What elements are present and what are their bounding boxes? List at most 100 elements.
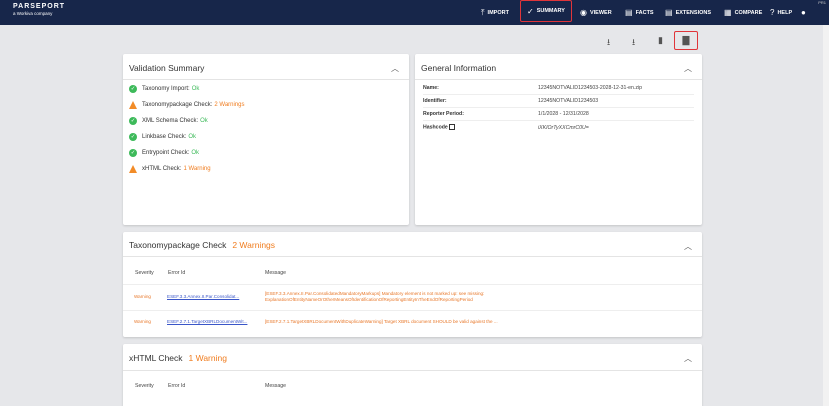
row-severity: Warning [134, 294, 151, 299]
validation-row-xml-schema: ✓ XML Schema Check: Ok [129, 117, 208, 125]
nav-help[interactable]: ? HELP [770, 0, 792, 25]
check-circle-icon: ✓ [129, 117, 137, 125]
row-message-continued: ExplanationOfEntityNameOrOtherMeansOfIde… [265, 297, 473, 302]
divider [123, 79, 409, 80]
row-error-id-link[interactable]: ESEF.3.3.Annex.II.Par.Consolidat... [167, 294, 257, 300]
collapse-chevron-icon[interactable]: ︿ [391, 63, 399, 74]
facts-icon: ▤ [625, 8, 633, 17]
validation-status: Ok [191, 150, 200, 156]
warning-count-badge: 2 Warnings [232, 240, 276, 250]
section-title-text: xHTML Check [129, 353, 183, 363]
warning-triangle-icon [129, 165, 137, 173]
general-information-card: General Information ︿ Name: 12345NOTVALI… [415, 54, 702, 225]
header-message[interactable]: Message [265, 383, 286, 389]
logo-tagline: a Workiva company [13, 11, 53, 16]
table-row: Warning ESEF.2.7.1.TargetXBRLDocumentWit… [123, 310, 702, 336]
validation-row-linkbase: ✓ Linkbase Check: Ok [129, 133, 196, 141]
info-row-name: Name: 12345NOTVALID1234503-2028-12-31-en… [423, 82, 694, 95]
check-icon: ✓ [527, 6, 534, 16]
validation-label: Linkbase Check: [142, 134, 187, 140]
nav-viewer-label: VIEWER [589, 9, 612, 16]
warning-count-badge: 1 Warning [188, 353, 227, 363]
external-link-icon[interactable] [449, 124, 456, 131]
page-scrollbar[interactable] [823, 25, 829, 406]
document-icon[interactable]: ▮ [658, 35, 663, 46]
folder-icon: ▇ [682, 35, 690, 45]
xhtml-check-title: xHTML Check 1 Warning [129, 353, 227, 363]
nav-extensions-label: EXTENSIONS [675, 9, 712, 16]
header-error-id[interactable]: Error Id [168, 383, 185, 389]
nav-compare[interactable]: ▦ COMPARE [724, 0, 762, 25]
header-severity[interactable]: Severity [135, 383, 154, 389]
logo-wordmark: PARSEPORT [13, 3, 66, 10]
check-circle-icon: ✓ [129, 133, 137, 141]
eye-icon: ◉ [580, 8, 587, 17]
nav-viewer[interactable]: ◉ VIEWER [580, 0, 612, 25]
info-row-hashcode: Hashcode iXKIOrTyXXCmrC0U= [423, 121, 694, 134]
nav-help-label: HELP [777, 9, 793, 16]
divider [415, 79, 702, 80]
validation-row-entrypoint: ✓ Entrypoint Check: Ok [129, 149, 199, 157]
validation-label: Taxonomy Import: [142, 86, 190, 92]
help-icon: ? [770, 8, 775, 17]
header-severity[interactable]: Severity [135, 270, 154, 276]
validation-summary-card: Validation Summary ︿ ✓ Taxonomy Import: … [123, 54, 409, 225]
row-error-id-link[interactable]: ESEF.2.7.1.TargetXBRLDocumentWit... [167, 319, 257, 325]
table-row: Warning ESEF.3.3.Annex.II.Par.Consolidat… [123, 284, 702, 310]
upload-icon: ⤒ [481, 7, 485, 17]
nav-facts-label: FACTS [635, 9, 654, 16]
info-row-identifier: Identifier: 12345NOTVALID1234503 [423, 95, 694, 108]
parseport-logo[interactable]: PARSEPORT a Workiva company [13, 3, 65, 16]
validation-label: XML Schema Check: [142, 118, 199, 124]
nav-import-label: IMPORT [487, 9, 509, 16]
validation-label: Entrypoint Check: [142, 150, 190, 156]
validation-status: Ok [191, 86, 200, 92]
download-icon[interactable]: ⭳ [607, 35, 610, 51]
download-report-icon[interactable]: ⭳ [632, 35, 635, 51]
collapse-chevron-icon[interactable]: ︿ [684, 353, 692, 364]
nav-extensions[interactable]: ▤ EXTENSIONS [665, 0, 711, 25]
validation-label: Taxonomypackage Check: [142, 102, 213, 108]
folder-icon-button[interactable]: ▇ [674, 31, 698, 50]
xhtml-check-card: xHTML Check 1 Warning ︿ Severity Error Id… [123, 344, 702, 406]
validation-status: Ok [188, 134, 197, 140]
extensions-icon: ▤ [665, 8, 673, 17]
validation-status: 2 Warnings [214, 102, 245, 108]
validation-summary-title: Validation Summary [129, 63, 205, 73]
taxonomypackage-check-title: Taxonomypackage Check 2 Warnings [129, 240, 275, 250]
info-row-reporter-period: Reporter Period: 1/1/2028 - 12/31/2028 [423, 108, 694, 121]
user-icon: ● [801, 8, 806, 17]
info-key: Reporter Period: [423, 111, 464, 117]
collapse-chevron-icon[interactable]: ︿ [684, 63, 692, 74]
validation-row-taxonomy-import: ✓ Taxonomy Import: Ok [129, 85, 199, 93]
info-value: 12345NOTVALID1234503-2028-12-31-en.zip [538, 85, 643, 91]
warning-triangle-icon [129, 101, 137, 109]
collapse-chevron-icon[interactable]: ︿ [684, 241, 692, 252]
nav-import[interactable]: ⤒ IMPORT [481, 0, 509, 25]
version-label: PR1 [818, 0, 826, 5]
section-title-text: Taxonomypackage Check [129, 240, 227, 250]
info-value: 12345NOTVALID1234503 [538, 98, 599, 104]
taxonomypackage-check-card: Taxonomypackage Check 2 Warnings ︿ Severi… [123, 232, 702, 337]
hashcode-label: Hashcode [423, 124, 448, 131]
header-message[interactable]: Message [265, 270, 286, 276]
validation-row-taxonomypackage: Taxonomypackage Check: 2 Warnings [129, 101, 245, 109]
row-severity: Warning [134, 319, 151, 324]
nav-facts[interactable]: ▤ FACTS [625, 0, 654, 25]
info-key: Hashcode [423, 124, 538, 131]
check-circle-icon: ✓ [129, 149, 137, 157]
info-value: 1/1/2028 - 12/31/2028 [538, 111, 589, 117]
info-value: iXKIOrTyXXCmrC0U= [538, 124, 589, 131]
validation-status: 1 Warning [183, 166, 211, 172]
nav-summary[interactable]: ✓ SUMMARY [520, 0, 572, 22]
validation-label: xHTML Check: [142, 166, 182, 172]
validation-row-xhtml: xHTML Check: 1 Warning [129, 165, 211, 173]
check-circle-icon: ✓ [129, 85, 137, 93]
general-information-title: General Information [421, 63, 497, 73]
user-account-button[interactable]: ● [801, 0, 809, 25]
top-navigation-bar: PARSEPORT a Workiva company ⤒ IMPORT ✓ S… [0, 0, 829, 25]
info-key: Name: [423, 85, 439, 91]
nav-summary-label: SUMMARY [536, 8, 565, 14]
info-key: Identifier: [423, 98, 447, 104]
header-error-id[interactable]: Error Id [168, 270, 185, 276]
